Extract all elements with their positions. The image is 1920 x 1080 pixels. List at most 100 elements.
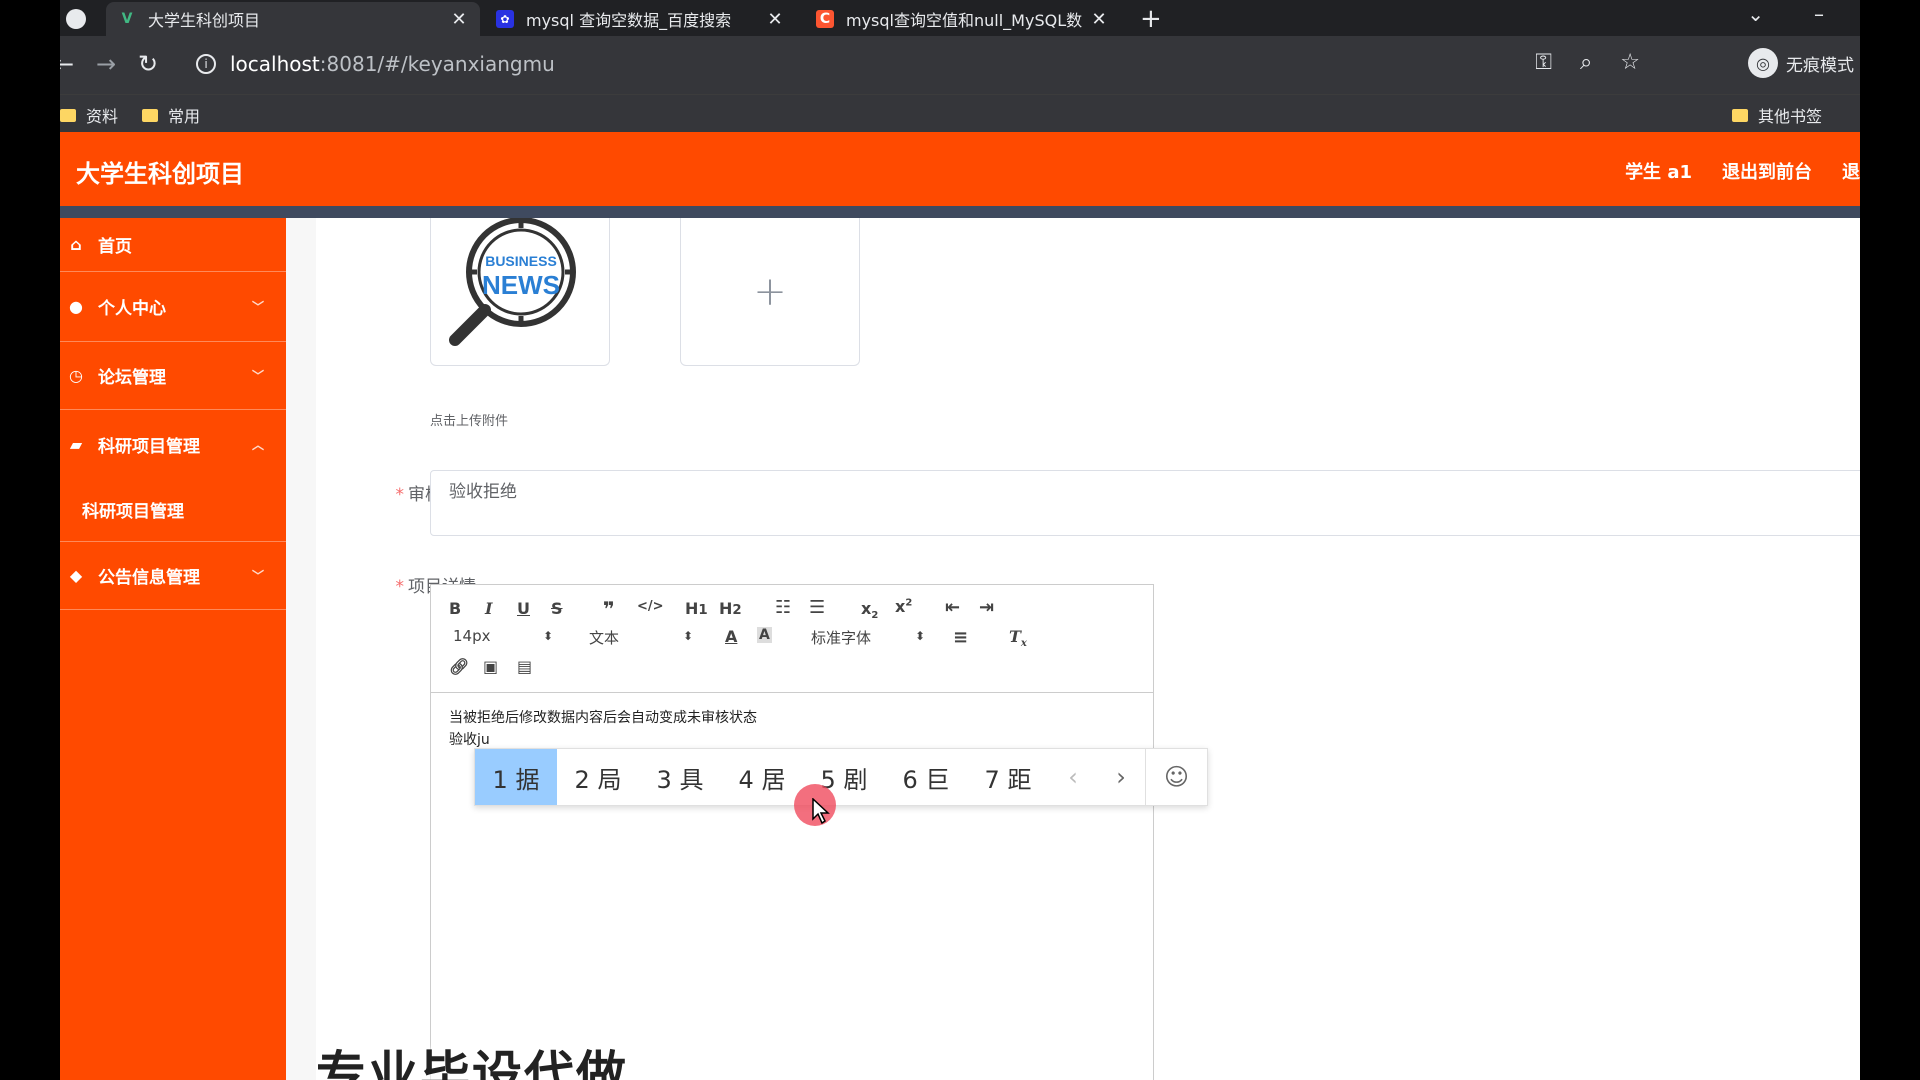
bullet-list-icon[interactable]: ☰ bbox=[809, 597, 825, 618]
image-icon[interactable]: ▣ bbox=[483, 657, 498, 676]
tab-close-icon[interactable]: ✕ bbox=[450, 9, 468, 30]
editor-line: 当被拒绝后修改数据内容后会自动变成未审核状态 bbox=[449, 710, 757, 726]
sidebar-item-label: 科研项目管理 bbox=[98, 436, 200, 457]
tab-baidu[interactable]: ✿ mysql 查询空数据_百度搜索 ✕ bbox=[484, 2, 796, 36]
h2-icon[interactable]: H2 bbox=[719, 599, 742, 618]
folder-icon bbox=[142, 108, 158, 122]
underline-icon[interactable]: U bbox=[517, 599, 530, 618]
window-controls: ⌄ – bbox=[1747, 2, 1824, 26]
site-info-icon[interactable]: i bbox=[196, 54, 216, 74]
ime-candidate[interactable]: 1 据 bbox=[475, 749, 557, 805]
font-family-select[interactable]: 标准字体 bbox=[811, 627, 871, 648]
blockquote-icon[interactable]: ❞ bbox=[603, 597, 615, 621]
sidebar-item-research[interactable]: ▰ 科研项目管理 ︿ bbox=[60, 410, 286, 478]
new-tab-icon[interactable]: + bbox=[1140, 4, 1162, 34]
background-color-icon[interactable]: A bbox=[757, 627, 772, 643]
bookmark-label: 其他书签 bbox=[1758, 107, 1823, 126]
header-select[interactable]: 文本 bbox=[589, 627, 619, 648]
upload-add-button[interactable]: + bbox=[680, 218, 860, 366]
ime-prev-icon[interactable]: ‹ bbox=[1049, 749, 1097, 805]
sidebar: ⌂ 首页 ● 个人中心 ﹀ ◷ 论坛管理 ﹀ ▰ 科研项目管理 ︿ 科研项目管理… bbox=[60, 218, 286, 1080]
mouse-pointer-icon bbox=[812, 798, 830, 824]
tab-close-icon[interactable]: ✕ bbox=[766, 9, 784, 30]
sidebar-item-forum[interactable]: ◷ 论坛管理 ﹀ bbox=[60, 342, 286, 410]
review-textarea[interactable]: 验收拒绝 bbox=[430, 470, 1860, 536]
vue-favicon-icon: V bbox=[121, 11, 133, 27]
bookmark-folder[interactable]: 常用 bbox=[142, 103, 200, 127]
ime-candidate[interactable]: 7 距 bbox=[967, 749, 1049, 805]
strike-icon[interactable]: S bbox=[551, 599, 563, 618]
sidebar-item-notice[interactable]: ◆ 公告信息管理 ﹀ bbox=[60, 542, 286, 610]
video-icon[interactable]: ▤ bbox=[517, 657, 532, 676]
font-family-arrows-icon: ⬍ bbox=[915, 629, 926, 643]
editor-content[interactable]: 当被拒绝后修改数据内容后会自动变成未审核状态 验收ju bbox=[449, 707, 757, 751]
plus-icon: + bbox=[753, 268, 787, 315]
bookmark-folder[interactable]: 资料 bbox=[60, 103, 118, 127]
bookmark-star-icon[interactable]: ☆ bbox=[1620, 50, 1640, 75]
review-value: 验收拒绝 bbox=[449, 482, 517, 502]
ime-candidate[interactable]: 2 局 bbox=[557, 749, 639, 805]
ime-next-icon[interactable]: › bbox=[1097, 749, 1145, 805]
sidebar-subitem-research[interactable]: 科研项目管理 bbox=[60, 478, 286, 542]
chevron-down-icon: ﹀ bbox=[251, 569, 264, 583]
subscript-icon[interactable]: x2 bbox=[861, 599, 878, 621]
font-size-select[interactable]: 14px bbox=[453, 627, 491, 645]
code-block-icon[interactable]: </> bbox=[637, 599, 664, 614]
attachment-thumbnail[interactable]: BUSINESS NEWS bbox=[430, 217, 610, 366]
tab-bar: V 大学生科创项目 ✕ ✿ mysql 查询空数据_百度搜索 ✕ C mysql… bbox=[60, 0, 1860, 36]
tab-search-chevron-icon[interactable]: ⌄ bbox=[1747, 2, 1764, 26]
link-icon[interactable]: 🔗︎ bbox=[449, 657, 469, 676]
minimize-icon[interactable]: – bbox=[1814, 2, 1824, 26]
incognito-indicator[interactable]: ◎ 无痕模式 bbox=[1748, 48, 1854, 78]
italic-icon[interactable]: I bbox=[485, 599, 492, 618]
zoom-icon[interactable]: ⌕ bbox=[1580, 50, 1592, 75]
chevron-down-icon: ﹀ bbox=[251, 369, 264, 383]
content-gutter bbox=[286, 218, 316, 1080]
password-key-icon[interactable]: ⚿ bbox=[1535, 50, 1552, 75]
tab-close-icon[interactable]: ✕ bbox=[1090, 9, 1108, 30]
tab-title: mysql查询空值和null_MySQL数 bbox=[846, 11, 1083, 30]
app-header: 大学生科创项目 学生 a1 退出到前台 退 bbox=[60, 132, 1860, 206]
ime-candidate[interactable]: 4 居 bbox=[721, 749, 803, 805]
sidebar-item-label: 公告信息管理 bbox=[98, 568, 200, 588]
indent-icon[interactable]: ⇥ bbox=[979, 597, 994, 618]
tab-csdn[interactable]: C mysql查询空值和null_MySQL数 ✕ bbox=[804, 2, 1120, 36]
upload-tip: 点击上传附件 bbox=[430, 414, 509, 429]
news-image-text-2: NEWS bbox=[482, 270, 560, 300]
forum-icon: ◷ bbox=[69, 366, 83, 385]
baidu-favicon-icon: ✿ bbox=[496, 10, 514, 28]
sidebar-item-personal[interactable]: ● 个人中心 ﹀ bbox=[60, 272, 286, 342]
tab-active[interactable]: V 大学生科创项目 ✕ bbox=[106, 2, 480, 36]
align-icon[interactable]: ≡ bbox=[953, 627, 968, 648]
outdent-icon[interactable]: ⇤ bbox=[945, 597, 960, 618]
url-field[interactable]: i localhost:8081/#/keyanxiangmu bbox=[180, 45, 1440, 83]
browser-menu-icon[interactable] bbox=[60, 2, 92, 36]
sidebar-item-label: 首页 bbox=[98, 237, 132, 257]
user-name: 学生 a1 bbox=[1625, 162, 1692, 183]
sidebar-item-label: 科研项目管理 bbox=[82, 502, 184, 522]
ime-candidate[interactable]: 3 具 bbox=[639, 749, 721, 805]
clear-format-icon[interactable]: Tx bbox=[1009, 627, 1027, 649]
chevron-down-icon: ﹀ bbox=[251, 300, 264, 314]
header-arrows-icon: ⬍ bbox=[683, 629, 694, 643]
reload-icon[interactable]: ↻ bbox=[138, 50, 158, 78]
superscript-icon[interactable]: x2 bbox=[895, 597, 912, 616]
emoji-icon[interactable]: ☺ bbox=[1145, 749, 1207, 805]
ordered-list-icon[interactable]: ☷ bbox=[775, 597, 791, 618]
ime-candidate[interactable]: 6 巨 bbox=[885, 749, 967, 805]
sidebar-item-home[interactable]: ⌂ 首页 bbox=[60, 218, 286, 272]
h1-icon[interactable]: H1 bbox=[685, 599, 708, 618]
forward-icon[interactable]: → bbox=[96, 50, 116, 78]
bold-icon[interactable]: B bbox=[449, 599, 461, 618]
header-links: 学生 a1 退出到前台 退 bbox=[1625, 158, 1860, 184]
exit-front-link[interactable]: 退出到前台 bbox=[1722, 158, 1812, 184]
sidebar-item-label: 论坛管理 bbox=[98, 368, 166, 388]
font-color-icon[interactable]: A bbox=[725, 627, 737, 646]
incognito-label: 无痕模式 bbox=[1786, 55, 1854, 76]
ime-candidate-window: 1 据 2 局 3 具 4 居 5 剧 6 巨 7 距 ‹ › ☺ bbox=[474, 748, 1208, 806]
logout-link[interactable]: 退 bbox=[1842, 158, 1860, 184]
chevron-up-icon: ︿ bbox=[251, 437, 264, 452]
csdn-favicon-icon: C bbox=[816, 10, 834, 28]
other-bookmarks[interactable]: 其他书签 bbox=[1732, 103, 1822, 127]
back-icon[interactable]: ← bbox=[60, 50, 74, 78]
